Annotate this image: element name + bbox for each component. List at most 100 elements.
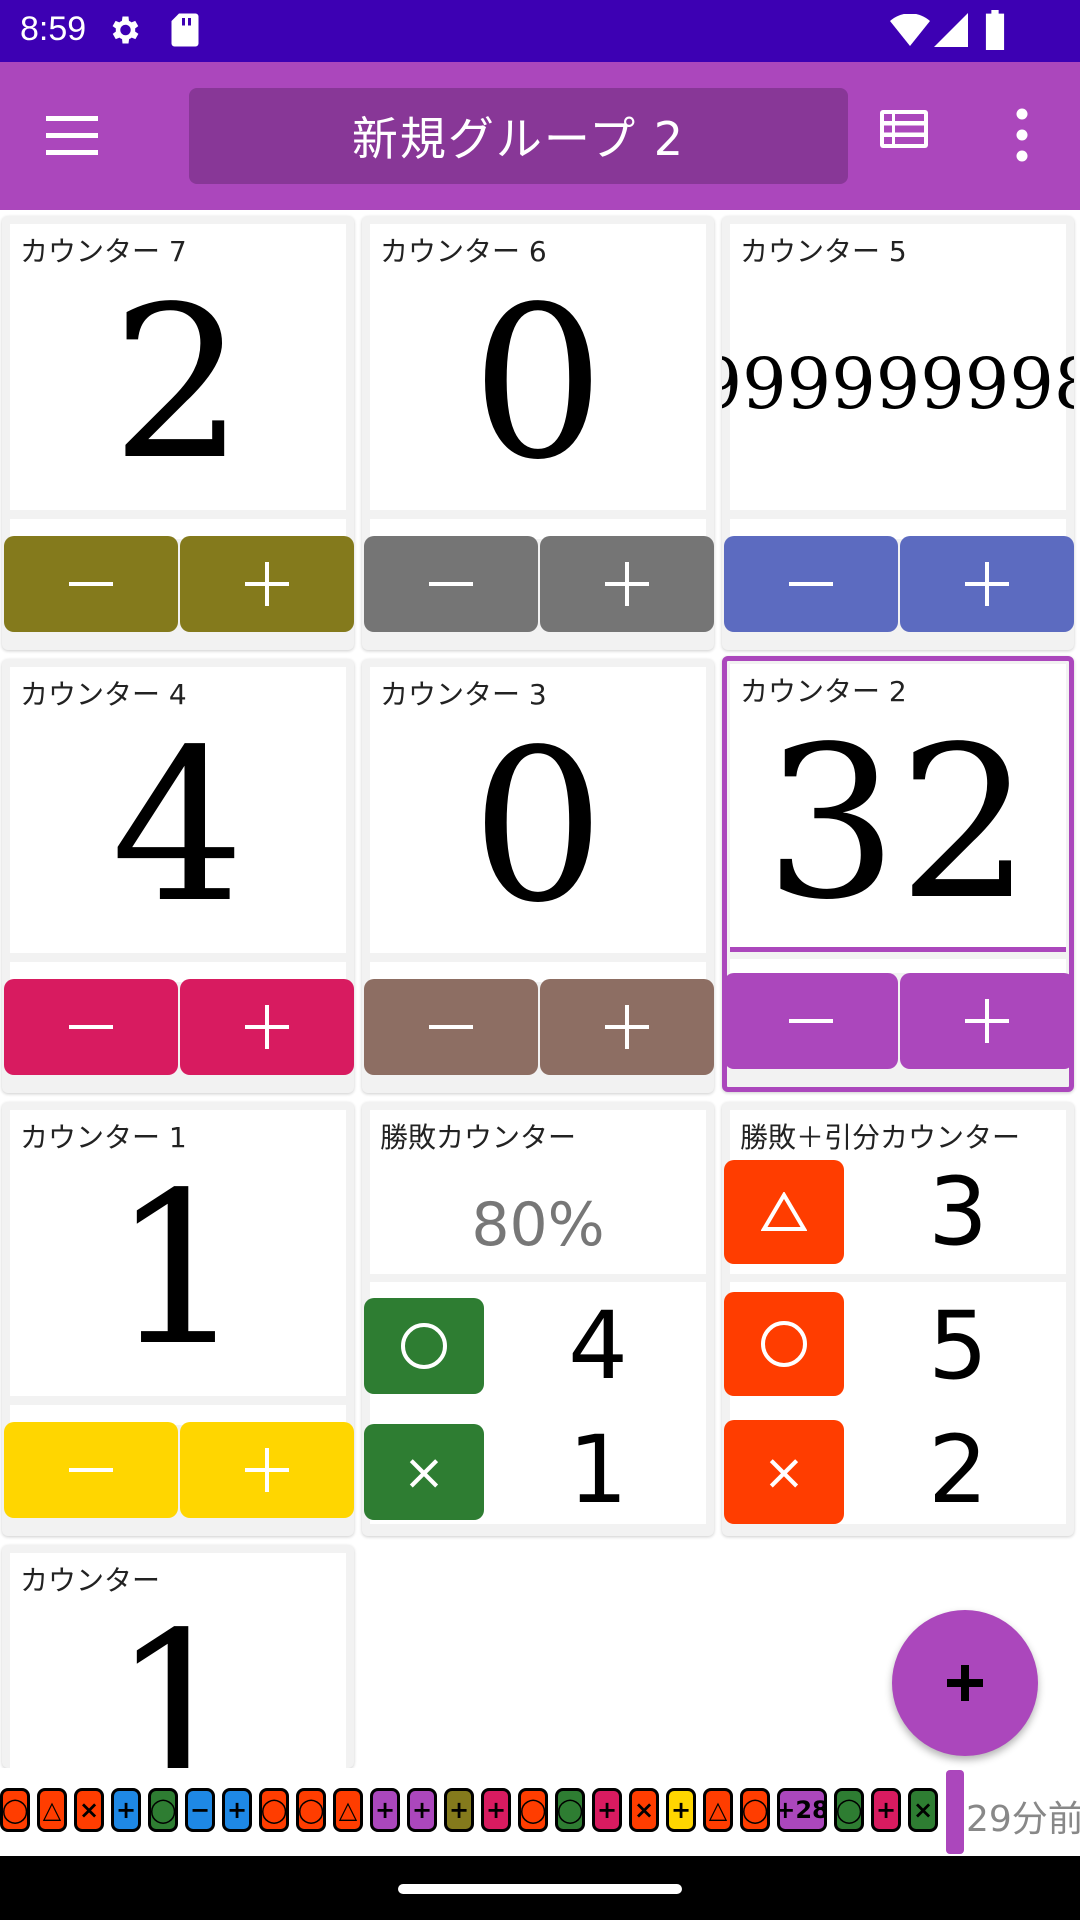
counter-value: 32 — [764, 701, 1032, 946]
counter-card-7: カウンター 7 2 — [2, 216, 354, 650]
decrement-button[interactable] — [364, 979, 538, 1075]
wifi-icon — [890, 13, 930, 52]
history-chip: + — [444, 1788, 474, 1832]
history-scroll-handle[interactable] — [946, 1770, 964, 1854]
history-chip: ◯ — [555, 1788, 585, 1832]
counter-display[interactable]: カウンター 5 999999998 — [722, 224, 1074, 510]
app-bar: 新規グループ 2 — [0, 62, 1080, 210]
history-time-ago: 29分前 — [966, 1799, 1080, 1840]
sd-card-icon — [170, 12, 200, 52]
triangle-icon — [761, 1192, 807, 1231]
navigation-bar — [0, 1856, 1080, 1920]
history-chip: ◯ — [296, 1788, 326, 1832]
decrement-button[interactable] — [4, 979, 178, 1075]
counter-card-2: カウンター 2 32 — [722, 656, 1074, 1092]
plus-icon — [947, 1665, 983, 1701]
list-view-icon[interactable] — [880, 110, 940, 162]
loss-button[interactable]: × — [724, 1420, 844, 1524]
decrement-button[interactable] — [724, 536, 898, 632]
history-chip: × — [629, 1788, 659, 1832]
loss-button[interactable]: × — [364, 1424, 484, 1520]
history-chip: + — [666, 1788, 696, 1832]
history-chip: + — [871, 1788, 901, 1832]
history-chip: + — [592, 1788, 622, 1832]
history-chip: + — [370, 1788, 400, 1832]
add-counter-button[interactable] — [892, 1610, 1038, 1756]
decrement-button[interactable] — [364, 536, 538, 632]
counter-card-3: カウンター 3 0 — [362, 659, 714, 1093]
counter-value: 999999998 — [722, 343, 1074, 425]
win-loss-display[interactable]: 勝敗カウンター 80% — [370, 1110, 706, 1274]
history-chip: ◯ — [0, 1788, 30, 1832]
loss-count: 1 — [568, 1416, 628, 1525]
increment-button[interactable] — [900, 973, 1069, 1069]
group-title[interactable]: 新規グループ 2 — [189, 88, 848, 184]
history-chip: × — [74, 1788, 104, 1832]
signal-icon — [934, 12, 968, 52]
status-bar: 8:59 — [0, 0, 1080, 62]
history-chip: − — [185, 1788, 215, 1832]
counter-value: 0 — [471, 704, 605, 949]
counter-card-6: カウンター 6 0 — [362, 216, 714, 650]
home-gesture-handle[interactable] — [398, 1884, 682, 1894]
decrement-button[interactable] — [4, 1422, 178, 1518]
loss-count: 2 — [928, 1416, 988, 1525]
win-button[interactable] — [364, 1298, 484, 1394]
counter-display[interactable]: カウンター 2 32 — [730, 664, 1066, 952]
increment-button[interactable] — [540, 536, 714, 632]
decrement-button[interactable] — [727, 973, 898, 1069]
increment-button[interactable] — [180, 536, 354, 632]
win-loss-card: 勝敗カウンター 80% 4 × 1 — [362, 1102, 714, 1536]
status-time: 8:59 — [20, 10, 87, 48]
decrement-button[interactable] — [4, 536, 178, 632]
counter-display[interactable]: カウンター 1 — [10, 1553, 346, 1768]
history-chip: ◯ — [148, 1788, 178, 1832]
increment-button[interactable] — [180, 1422, 354, 1518]
history-chip: + — [222, 1788, 252, 1832]
history-chip: + — [407, 1788, 437, 1832]
battery-icon — [984, 10, 1006, 54]
history-chip: + — [111, 1788, 141, 1832]
win-count: 4 — [568, 1292, 628, 1401]
history-chip: △ — [333, 1788, 363, 1832]
cross-icon: × — [763, 1443, 805, 1501]
history-chip: ◯ — [518, 1788, 548, 1832]
counter-display[interactable]: カウンター 1 1 — [10, 1110, 346, 1396]
settings-icon — [106, 12, 142, 52]
history-chip: ◯ — [259, 1788, 289, 1832]
counter-value: 0 — [471, 261, 605, 506]
history-chip: △ — [703, 1788, 733, 1832]
increment-button[interactable] — [540, 979, 714, 1075]
history-chip: ◯ — [740, 1788, 770, 1832]
draw-button[interactable] — [724, 1160, 844, 1264]
circle-icon — [401, 1323, 447, 1369]
cross-icon: × — [403, 1443, 445, 1501]
history-chip: ◯ — [834, 1788, 864, 1832]
more-options-icon[interactable] — [1000, 102, 1044, 168]
counter-name: 勝敗カウンター — [380, 1121, 577, 1154]
win-rate: 80% — [471, 1190, 605, 1260]
counter-value: 1 — [111, 1587, 245, 1769]
counter-display[interactable]: カウンター 6 0 — [370, 224, 706, 510]
history-chip: × — [908, 1788, 938, 1832]
increment-button[interactable] — [180, 979, 354, 1075]
counter-display[interactable]: カウンター 3 0 — [370, 667, 706, 953]
win-button[interactable] — [724, 1292, 844, 1396]
counter-display[interactable]: カウンター 7 2 — [10, 224, 346, 510]
counter-name: 勝敗＋引分カウンター — [740, 1121, 1021, 1154]
counter-value: 4 — [111, 704, 245, 949]
history-chip: △ — [37, 1788, 67, 1832]
history-chip: + — [481, 1788, 511, 1832]
counter-value: 2 — [111, 261, 245, 506]
counter-card-5: カウンター 5 999999998 — [722, 216, 1074, 650]
counter-card-1: カウンター 1 1 — [2, 1102, 354, 1536]
counter-value: 1 — [111, 1147, 245, 1392]
win-loss-draw-card: 勝敗＋引分カウンター 3 5 × 2 — [722, 1102, 1074, 1536]
counter-display[interactable]: カウンター 4 4 — [10, 667, 346, 953]
increment-button[interactable] — [900, 536, 1074, 632]
divider — [730, 959, 1066, 973]
circle-icon — [761, 1321, 807, 1367]
menu-icon[interactable] — [34, 106, 112, 166]
history-bar[interactable]: ◯ △ × + ◯ − + ◯ ◯ △ + + + + ◯ ◯ + × + △ ◯ +28 ◯ + × 29分前 — [0, 1768, 1080, 1856]
history-chip: +28 — [777, 1788, 827, 1832]
